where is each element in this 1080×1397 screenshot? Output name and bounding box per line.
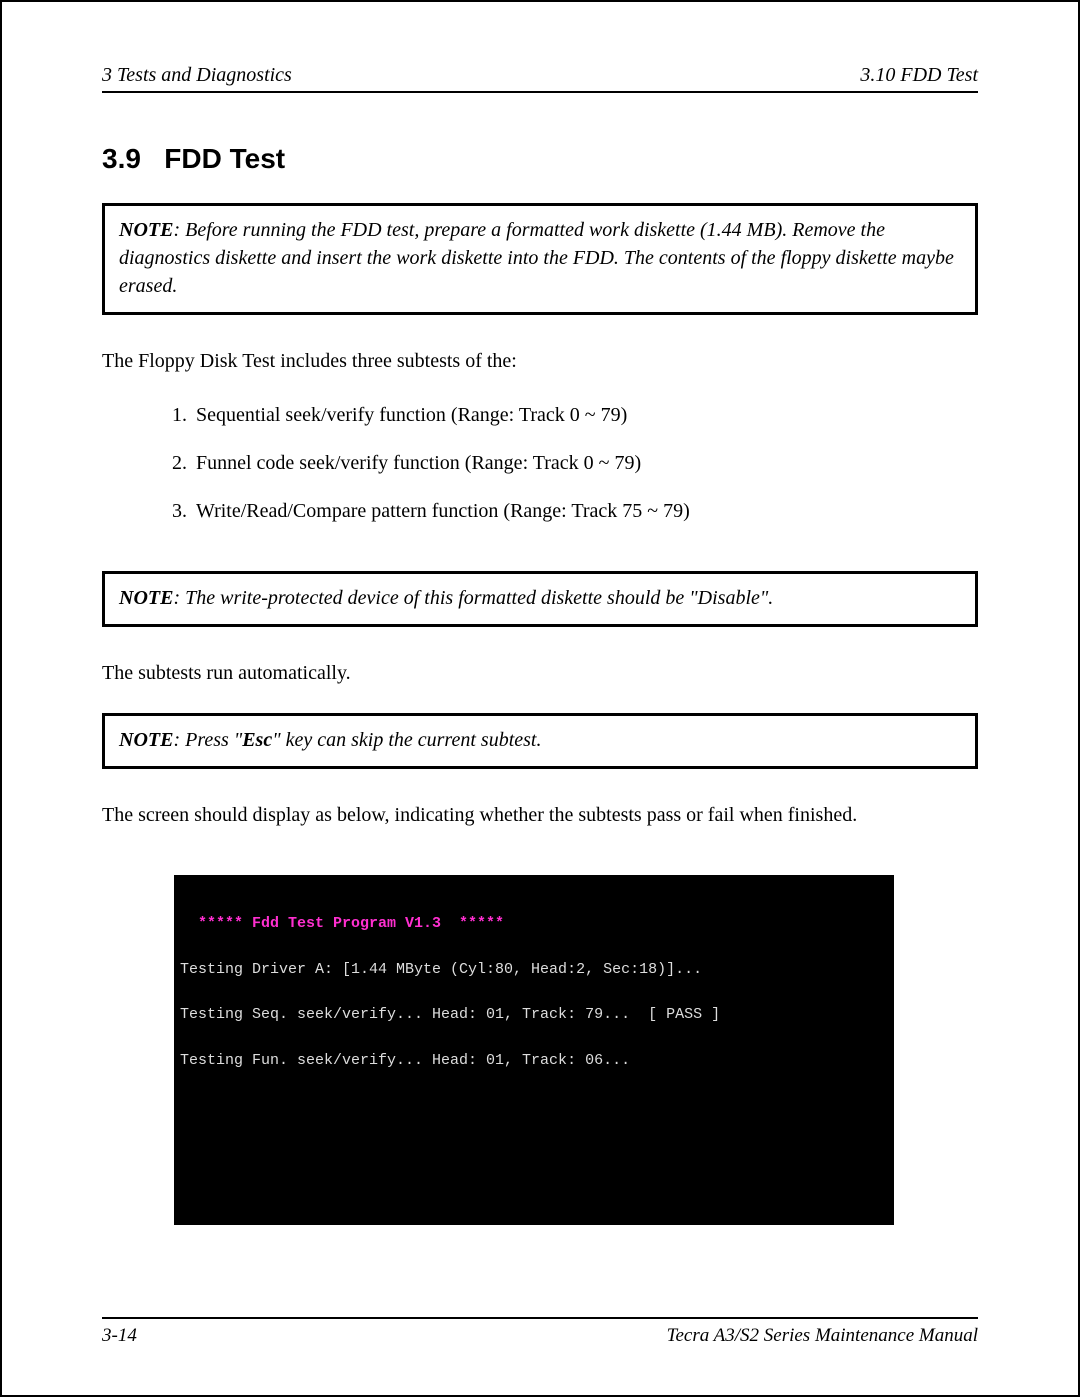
footer-rule [102, 1317, 978, 1319]
note-box-3: NOTE: Press "Esc" key can skip the curre… [102, 713, 978, 769]
note-label: NOTE [119, 729, 173, 751]
terminal-screenshot: ***** Fdd Test Program V1.3 ***** Testin… [174, 875, 894, 1225]
header-rule [102, 91, 978, 93]
note-label: NOTE [119, 219, 173, 241]
section-heading: 3.9 FDD Test [102, 143, 978, 175]
section-number: 3.9 [102, 143, 141, 174]
note-box-2: NOTE: The write-protected device of this… [102, 571, 978, 627]
terminal-title: ***** Fdd Test Program V1.3 ***** [180, 910, 888, 939]
list-item: Funnel code seek/verify function (Range:… [192, 449, 978, 477]
terminal-line: Testing Fun. seek/verify... Head: 01, Tr… [180, 1047, 888, 1076]
subtests-list: Sequential seek/verify function (Range: … [192, 401, 978, 545]
page: 3 Tests and Diagnostics 3.10 FDD Test 3.… [0, 0, 1080, 1397]
note-post: " key can skip the current subtest. [272, 729, 541, 751]
terminal-line: Testing Seq. seek/verify... Head: 01, Tr… [180, 1001, 888, 1030]
footer-left: 3-14 [102, 1325, 137, 1347]
note-text: : The write-protected device of this for… [173, 587, 773, 609]
note-text: : Before running the FDD test, prepare a… [119, 219, 954, 297]
footer-right: Tecra A3/S2 Series Maintenance Manual [667, 1325, 978, 1347]
intro-text: The Floppy Disk Test includes three subt… [102, 347, 978, 375]
result-line: The screen should display as below, indi… [102, 801, 978, 829]
note-label: NOTE [119, 587, 173, 609]
header-right: 3.10 FDD Test [860, 64, 978, 87]
list-item: Write/Read/Compare pattern function (Ran… [192, 497, 978, 525]
running-footer: 3-14 Tecra A3/S2 Series Maintenance Manu… [102, 1325, 978, 1347]
footer: 3-14 Tecra A3/S2 Series Maintenance Manu… [102, 1317, 978, 1347]
note-pre: : Press " [173, 729, 242, 751]
section-title: FDD Test [164, 143, 285, 174]
note-box-1: NOTE: Before running the FDD test, prepa… [102, 203, 978, 315]
list-item: Sequential seek/verify function (Range: … [192, 401, 978, 429]
terminal-line: Testing Driver A: [1.44 MByte (Cyl:80, H… [180, 956, 888, 985]
note-key: Esc [242, 729, 272, 751]
header-left: 3 Tests and Diagnostics [102, 64, 292, 87]
auto-line: The subtests run automatically. [102, 659, 978, 687]
running-header: 3 Tests and Diagnostics 3.10 FDD Test [102, 64, 978, 87]
